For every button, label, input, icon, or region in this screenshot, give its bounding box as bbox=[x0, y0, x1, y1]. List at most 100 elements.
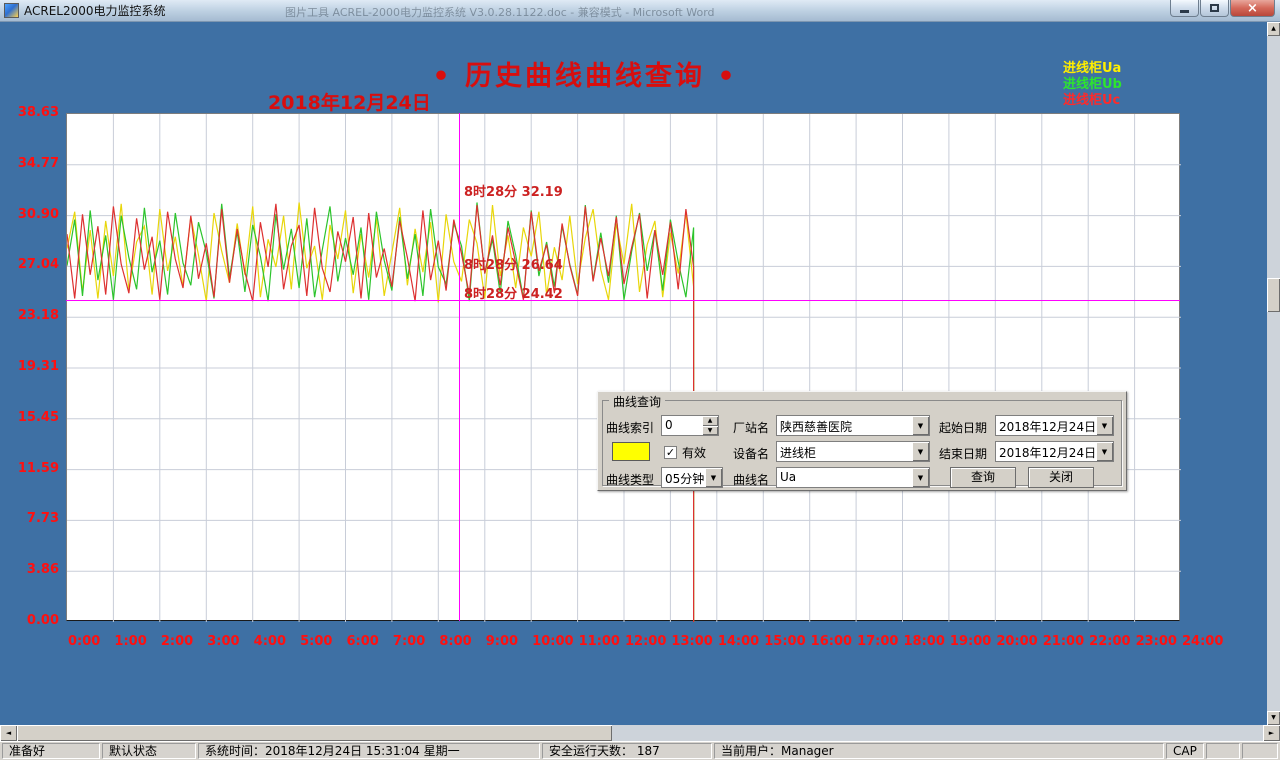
y-tick-label: 27.04 bbox=[0, 257, 59, 272]
plot-area[interactable] bbox=[66, 113, 1180, 621]
minimize-button[interactable] bbox=[1170, 0, 1199, 17]
legend-item: 进线柜Ub bbox=[1063, 77, 1183, 93]
y-tick-label: 19.31 bbox=[0, 359, 59, 374]
x-tick-label: 15:00 bbox=[764, 634, 805, 649]
x-tick-label: 0:00 bbox=[68, 634, 100, 649]
scroll-right-button[interactable]: ► bbox=[1263, 725, 1280, 741]
x-tick-label: 5:00 bbox=[300, 634, 332, 649]
x-tick-label: 3:00 bbox=[207, 634, 239, 649]
x-tick-label: 4:00 bbox=[254, 634, 286, 649]
x-tick-label: 22:00 bbox=[1089, 634, 1130, 649]
x-tick-label: 6:00 bbox=[347, 634, 379, 649]
dropdown-arrow-icon[interactable]: ▼ bbox=[912, 442, 929, 461]
x-tick-label: 14:00 bbox=[718, 634, 759, 649]
x-tick-label: 2:00 bbox=[161, 634, 193, 649]
scroll-down-button[interactable]: ▼ bbox=[1267, 711, 1280, 725]
curve-type-label: 曲线类型 bbox=[606, 471, 654, 488]
window-title: ACREL2000电力监控系统 bbox=[24, 2, 166, 19]
y-tick-label: 7.73 bbox=[0, 511, 59, 526]
close-dialog-button[interactable]: 关闭 bbox=[1028, 467, 1094, 488]
station-label: 厂站名 bbox=[733, 419, 769, 436]
curve-type-select[interactable]: 05分钟 ▼ bbox=[661, 467, 723, 488]
dropdown-arrow-icon[interactable]: ▼ bbox=[705, 468, 722, 487]
x-tick-label: 1:00 bbox=[114, 634, 146, 649]
minimize-icon bbox=[1180, 10, 1189, 13]
dropdown-arrow-icon[interactable]: ▼ bbox=[1096, 416, 1113, 435]
chart-date-label: 2018年12月24日 bbox=[268, 88, 431, 115]
vertical-scroll-thumb[interactable] bbox=[1267, 278, 1280, 312]
status-mode: 默认状态 bbox=[102, 743, 196, 759]
valid-checkbox[interactable]: ✓ 有效 bbox=[664, 444, 706, 461]
y-tick-label: 0.00 bbox=[0, 613, 59, 628]
background-window-titles: 图片工具 ACREL-2000电力监控系统 V3.0.28.1122.doc -… bbox=[285, 4, 845, 20]
spin-down-button[interactable]: ▼ bbox=[702, 426, 718, 436]
end-date-value: 2018年12月24日 bbox=[996, 442, 1096, 461]
status-empty-1 bbox=[1206, 743, 1240, 759]
x-tick-label: 23:00 bbox=[1136, 634, 1177, 649]
y-tick-label: 15.45 bbox=[0, 410, 59, 425]
close-button[interactable]: × bbox=[1230, 0, 1275, 17]
start-date-label: 起始日期 bbox=[939, 419, 987, 436]
titlebar: ACREL2000电力监控系统 图片工具 ACREL-2000电力监控系统 V3… bbox=[0, 0, 1280, 22]
legend-item: 进线柜Ua bbox=[1063, 61, 1183, 77]
curve-name-value: Ua bbox=[777, 468, 912, 487]
scroll-left-button[interactable]: ◄ bbox=[0, 725, 17, 741]
device-select[interactable]: 进线柜 ▼ bbox=[776, 441, 930, 462]
dialog-title: 曲线查询 bbox=[609, 393, 665, 410]
horizontal-scroll-track[interactable] bbox=[17, 725, 1263, 741]
app-icon bbox=[4, 3, 19, 18]
station-select[interactable]: 陕西慈善医院 ▼ bbox=[776, 415, 930, 436]
device-label: 设备名 bbox=[733, 445, 769, 462]
y-tick-label: 23.18 bbox=[0, 308, 59, 323]
x-tick-label: 18:00 bbox=[904, 634, 945, 649]
x-tick-label: 20:00 bbox=[996, 634, 1037, 649]
x-tick-label: 24:00 bbox=[1182, 634, 1223, 649]
dropdown-arrow-icon[interactable]: ▼ bbox=[1096, 442, 1113, 461]
x-tick-label: 21:00 bbox=[1043, 634, 1084, 649]
vertical-scrollbar[interactable]: ▲ ▼ bbox=[1267, 22, 1280, 725]
curve-index-value: 0 bbox=[662, 416, 702, 435]
window-controls: × bbox=[1169, 0, 1275, 17]
x-tick-label: 8:00 bbox=[439, 634, 471, 649]
close-icon: × bbox=[1247, 2, 1258, 15]
statusbar: 准备好 默认状态 系统时间：2018年12月24日 15:31:04 星期一 安… bbox=[0, 741, 1280, 760]
maximize-button[interactable] bbox=[1200, 0, 1229, 17]
start-date-select[interactable]: 2018年12月24日 ▼ bbox=[995, 415, 1114, 436]
x-tick-label: 9:00 bbox=[486, 634, 518, 649]
x-tick-label: 13:00 bbox=[671, 634, 712, 649]
status-cap: CAP bbox=[1166, 743, 1204, 759]
status-empty-2 bbox=[1242, 743, 1278, 759]
curve-color-swatch[interactable] bbox=[612, 442, 650, 461]
spin-up-button[interactable]: ▲ bbox=[702, 416, 718, 426]
y-tick-label: 3.86 bbox=[0, 562, 59, 577]
y-tick-label: 34.77 bbox=[0, 156, 59, 171]
curve-index-label: 曲线索引 bbox=[606, 419, 654, 436]
start-date-value: 2018年12月24日 bbox=[996, 416, 1096, 435]
maximize-icon bbox=[1210, 4, 1219, 12]
device-value: 进线柜 bbox=[777, 442, 912, 461]
checkbox-check-icon[interactable]: ✓ bbox=[664, 446, 677, 459]
horizontal-scrollbar[interactable]: ◄ ► bbox=[0, 725, 1280, 741]
curve-type-value: 05分钟 bbox=[662, 468, 705, 487]
x-tick-label: 12:00 bbox=[625, 634, 666, 649]
y-tick-label: 30.90 bbox=[0, 207, 59, 222]
curve-name-select[interactable]: Ua ▼ bbox=[776, 467, 930, 488]
status-ready: 准备好 bbox=[2, 743, 100, 759]
x-tick-label: 11:00 bbox=[579, 634, 620, 649]
dropdown-arrow-icon[interactable]: ▼ bbox=[912, 416, 929, 435]
x-tick-label: 16:00 bbox=[811, 634, 852, 649]
x-tick-label: 10:00 bbox=[532, 634, 573, 649]
scroll-up-button[interactable]: ▲ bbox=[1267, 22, 1280, 36]
curve-query-dialog: 曲线查询 曲线索引 0 ▲ ▼ ✓ 有效 曲线类型 05分钟 ▼ 厂站名 陕西慈… bbox=[597, 391, 1127, 491]
y-tick-label: 38.63 bbox=[0, 105, 59, 120]
query-button[interactable]: 查询 bbox=[950, 467, 1016, 488]
cursor-horizontal-line bbox=[66, 300, 1180, 301]
chart-legend: 进线柜Ua进线柜Ub进线柜Uc bbox=[1063, 61, 1183, 109]
horizontal-scroll-thumb[interactable] bbox=[17, 725, 612, 741]
status-current-user: 当前用户：Manager bbox=[714, 743, 1164, 759]
end-date-label: 结束日期 bbox=[939, 445, 987, 462]
dropdown-arrow-icon[interactable]: ▼ bbox=[912, 468, 929, 487]
curve-index-spinner[interactable]: 0 ▲ ▼ bbox=[661, 415, 719, 436]
end-date-select[interactable]: 2018年12月24日 ▼ bbox=[995, 441, 1114, 462]
y-tick-label: 11.59 bbox=[0, 461, 59, 476]
